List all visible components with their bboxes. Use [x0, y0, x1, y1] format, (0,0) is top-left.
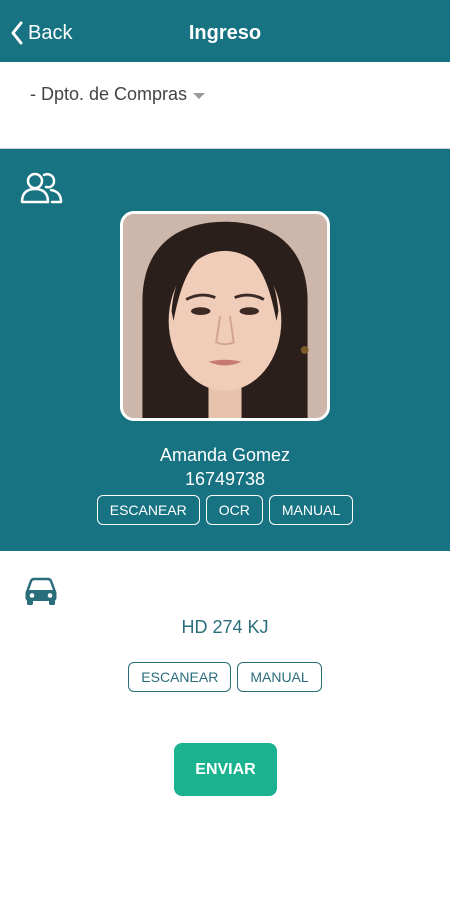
- vehicle-manual-button[interactable]: MANUAL: [237, 662, 322, 692]
- people-icon: [20, 172, 63, 204]
- person-id-number: 16749738: [184, 469, 266, 489]
- vehicle-scan-button[interactable]: ESCANEAR: [128, 662, 232, 692]
- caret-down-icon: [193, 92, 206, 99]
- person-actions: ESCANEAR OCR MANUAL: [0, 495, 450, 525]
- person-ocr-button[interactable]: OCR: [205, 495, 263, 525]
- person-scan-button[interactable]: ESCANEAR: [96, 495, 200, 525]
- person-section: Amanda Gomez 16749738 ESCANEAR OCR MANUA…: [0, 149, 450, 551]
- send-button[interactable]: ENVIAR: [174, 743, 277, 796]
- vehicle-actions: ESCANEAR MANUAL: [0, 662, 450, 692]
- department-selected-value: - Dpto. de Compras: [30, 84, 188, 104]
- back-label: Back: [28, 21, 73, 44]
- person-photo: [120, 211, 330, 421]
- department-dropdown[interactable]: - Dpto. de Compras: [30, 84, 206, 105]
- person-name: Amanda Gomez: [159, 445, 291, 465]
- person-manual-button[interactable]: MANUAL: [268, 495, 354, 525]
- car-icon: [25, 577, 57, 605]
- back-button[interactable]: Back: [10, 18, 72, 48]
- chevron-left-icon: [11, 21, 23, 45]
- vehicle-plate: HD 274 KJ: [181, 617, 269, 637]
- vehicle-section: HD 274 KJ ESCANEAR MANUAL ENVIAR: [0, 551, 450, 900]
- department-section: - Dpto. de Compras: [0, 62, 450, 149]
- top-bar: Back Ingreso: [0, 0, 450, 62]
